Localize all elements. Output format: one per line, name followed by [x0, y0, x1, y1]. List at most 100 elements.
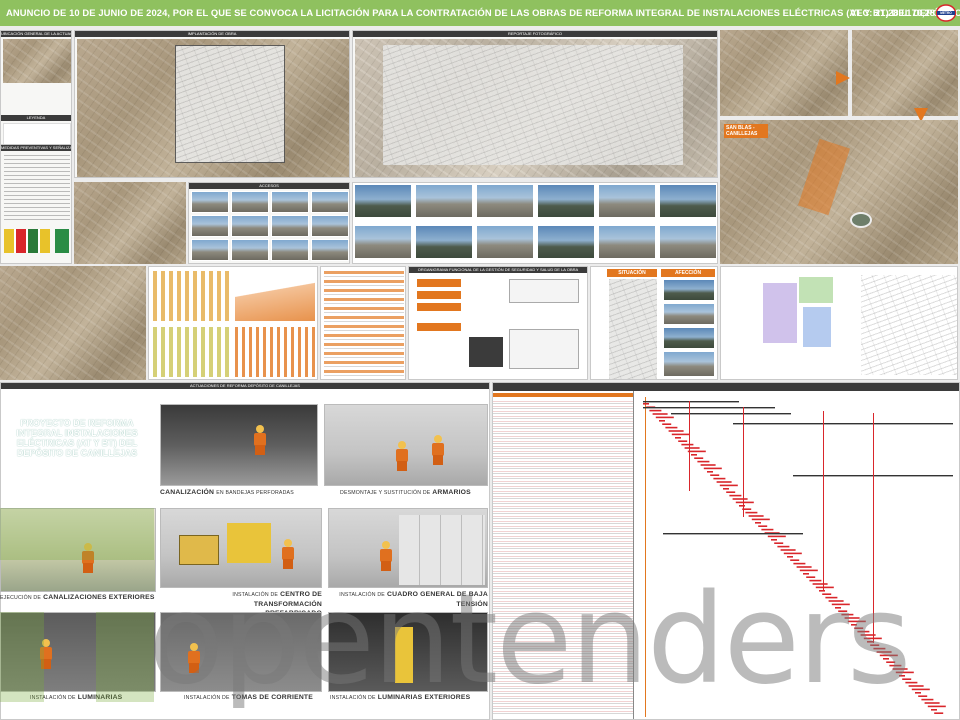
access-photo — [271, 239, 309, 261]
gantt-summary-bar — [643, 407, 775, 409]
gantt-task-bar — [681, 443, 694, 446]
city-map-1 — [720, 30, 848, 116]
charts-panel — [148, 266, 318, 380]
actuations-title: ACTUACIONES DE REFORMA DEPÓSITO DE CANIL… — [1, 383, 489, 389]
gantt-task-bar — [787, 556, 793, 558]
signage-panel-title: MEDIDAS PREVENTIVAS Y SEÑALIZACIÓN — [1, 145, 71, 151]
gantt-task-bar — [687, 450, 706, 453]
gantt-task-bar — [739, 505, 745, 507]
gantt-task-bar — [649, 409, 662, 412]
worker-figure-icon — [431, 435, 445, 465]
work-caption: EJECUCIÓN DE CANALIZACIONES EXTERIORES — [0, 594, 155, 601]
org-node — [509, 329, 579, 369]
gantt-task-bar — [678, 440, 688, 442]
gantt-task-bar — [697, 460, 710, 463]
site-photo — [476, 184, 534, 218]
access-photo — [191, 191, 229, 213]
implantation-panel-title: IMPLANTACIÓN DE OBRA — [75, 31, 349, 37]
legend-title: LEYENDA — [1, 115, 71, 121]
work-caption: DESMONTAJE Y SUSTITUCIÓN DE ARMARIOS — [340, 489, 471, 496]
site-photo — [537, 184, 595, 218]
gantt-task-bar — [675, 437, 681, 439]
photo-report-title: REPORTAJE FOTOGRÁFICO — [353, 31, 717, 37]
gantt-task-bar — [771, 539, 777, 541]
affection-photo — [663, 303, 715, 325]
gantt-summary-bar — [663, 533, 803, 535]
org-node — [417, 323, 461, 331]
access-photo — [311, 191, 349, 213]
affection-panel: SITUACIÓN AFECCIÓN — [590, 266, 718, 380]
gantt-task-bar — [755, 522, 761, 524]
data-table-panel — [320, 266, 406, 380]
gantt-task-bar — [927, 705, 946, 708]
gantt-task-bar — [665, 426, 678, 429]
site-photo — [354, 225, 412, 259]
access-photo — [271, 191, 309, 213]
gantt-task-bar — [668, 430, 684, 432]
signage-text-block — [4, 155, 70, 221]
gantt-task-bar — [723, 488, 729, 490]
project-title: PROYECTO DE REFORMA INTEGRAL INSTALACION… — [16, 418, 138, 458]
gantt-task-bar — [735, 501, 754, 504]
org-chart-title: ORGANIGRAMA FUNCIONAL DE LA GESTIÓN DE S… — [409, 267, 587, 273]
gantt-task-bar — [671, 433, 690, 436]
affection-photo — [663, 351, 715, 377]
signage-panel: MEDIDAS PREVENTIVAS Y SEÑALIZACIÓN — [0, 144, 72, 264]
render-cabinets — [324, 404, 488, 486]
layout-zone-purple — [763, 283, 797, 343]
gantt-task-bar — [774, 542, 784, 544]
gantt-task-bar — [761, 528, 774, 531]
gantt-task-bar — [790, 559, 800, 561]
watermark-shape — [96, 612, 154, 702]
gantt-task-bar — [915, 692, 921, 694]
work-label: ARMARIOS — [432, 489, 471, 496]
layout-track-plan — [861, 275, 957, 375]
contract-value: VEC: 21.289.170,28 € — [850, 7, 943, 18]
situation-plan — [609, 279, 657, 379]
gantt-task-bar — [691, 454, 697, 456]
location-aerial-map — [3, 39, 71, 83]
access-map — [74, 182, 186, 264]
site-photo — [598, 225, 656, 259]
gantt-task-bar — [726, 491, 736, 493]
worker-figure-icon — [281, 539, 295, 569]
depot-overlay-plan — [383, 45, 683, 165]
city-map-2 — [852, 30, 958, 116]
gantt-dependency-line — [689, 401, 690, 491]
access-photo — [191, 239, 229, 261]
svg-text:METRO: METRO — [940, 11, 952, 15]
access-photo — [231, 239, 269, 261]
chart-thumbnail — [153, 327, 229, 377]
stadium-icon — [850, 212, 872, 228]
gantt-task-bar — [662, 423, 672, 425]
access-photo — [191, 215, 229, 237]
poster: ANUNCIO DE 10 DE JUNIO DE 2024, POR EL Q… — [0, 0, 960, 720]
chart-thumbnail — [153, 271, 229, 321]
gantt-task-bar — [918, 695, 928, 697]
work-label: CANALIZACIONES EXTERIORES — [43, 594, 155, 601]
access-panel: ACCESOS — [188, 182, 350, 264]
site-layout-plan — [720, 266, 958, 380]
gantt-task-bar — [934, 712, 944, 714]
gantt-task-bar — [748, 515, 764, 517]
site-photo — [476, 225, 534, 259]
data-table — [324, 271, 404, 377]
gantt-task-bar — [703, 467, 722, 470]
worker-figure-icon — [395, 441, 409, 471]
site-photo — [537, 225, 595, 259]
watermark-shape — [0, 508, 154, 560]
transformer-block — [179, 535, 219, 565]
org-node — [509, 279, 579, 303]
arrow-right-icon — [836, 71, 850, 85]
gantt-task-bar — [777, 545, 790, 548]
gantt-dependency-line — [743, 407, 744, 517]
org-node — [417, 303, 461, 311]
gantt-task-bar — [732, 498, 748, 500]
header-bar: ANUNCIO DE 10 DE JUNIO DE 2024, POR EL Q… — [0, 0, 960, 26]
affection-header: AFECCIÓN — [661, 269, 715, 277]
access-photo — [271, 215, 309, 237]
gantt-task-bar — [767, 535, 786, 538]
access-photo — [311, 215, 349, 237]
worker-figure-icon — [379, 541, 393, 571]
site-photo — [659, 225, 717, 259]
